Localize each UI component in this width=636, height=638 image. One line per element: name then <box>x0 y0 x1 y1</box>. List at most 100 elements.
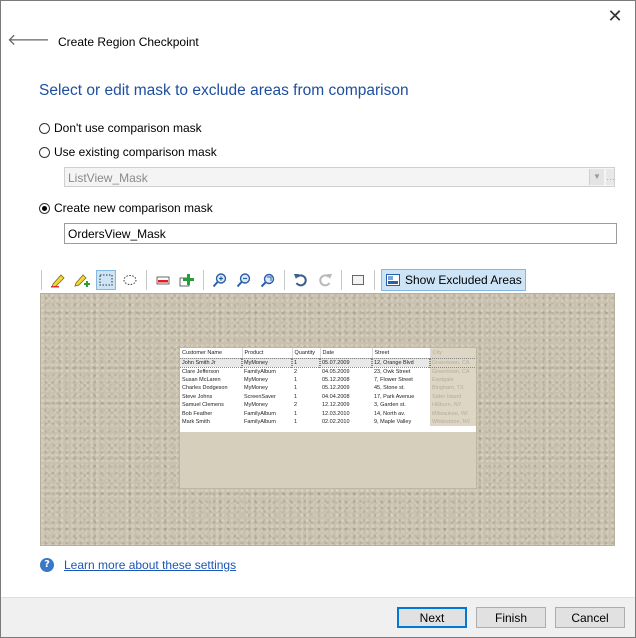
show-excluded-areas-label: Show Excluded Areas <box>405 273 522 287</box>
table-cell: MyMoney <box>244 376 268 383</box>
table-cell: 23, Owk Street <box>374 368 411 375</box>
ellipsis-button: … <box>606 169 615 185</box>
table-row: Bob Feather FamilyAlbum 1 12.03.2010 14,… <box>180 409 476 418</box>
radio-create-new-circle[interactable] <box>39 202 50 214</box>
toolbar-separator <box>341 270 342 290</box>
show-excluded-areas-button[interactable]: Show Excluded Areas <box>381 269 526 291</box>
undo-icon[interactable] <box>291 270 311 290</box>
zoom-out-icon[interactable] <box>234 270 254 290</box>
table-cell: 17, Park Avenue <box>374 393 415 400</box>
table-cell: 1 <box>294 410 298 417</box>
table-cell: Bob Feather <box>182 410 213 417</box>
table-cell: Whitestone, NV <box>430 417 476 427</box>
next-button[interactable]: Next <box>397 607 467 628</box>
show-excluded-icon <box>386 274 400 286</box>
radio-no-mask[interactable]: Don't use comparison mask <box>39 119 202 137</box>
radio-use-existing[interactable]: Use existing comparison mask <box>39 143 217 161</box>
zoom-in-icon[interactable] <box>210 270 230 290</box>
table-cell: John Smith Jr <box>180 357 243 369</box>
radio-create-new[interactable]: Create new comparison mask <box>39 199 213 217</box>
table-cell: Clare Jefferson <box>182 368 220 375</box>
table-cell: 12.12.2009 <box>322 402 350 409</box>
table-cell: 2 <box>294 402 298 409</box>
table-cell: Greentown, CA <box>429 357 476 369</box>
table-cell: 05.12.2009 <box>322 385 350 392</box>
cancel-button[interactable]: Cancel <box>555 607 625 628</box>
close-icon[interactable]: ✕ <box>601 3 629 29</box>
table-row: Steve Johns ScreenSaver 1 04.04.2008 17,… <box>180 392 476 401</box>
table-cell: Steve Johns <box>182 393 213 400</box>
help-icon: ? <box>40 558 54 572</box>
table-cell: MyMoney <box>241 357 293 369</box>
new-mask-name-input[interactable] <box>64 223 617 244</box>
ellipse-select-icon[interactable] <box>120 270 140 290</box>
table-row: Clare Jefferson FamilyAlbum 2 04.05.2009… <box>180 367 476 376</box>
clear-icon[interactable] <box>348 270 368 290</box>
table-cell: 1 <box>294 418 298 425</box>
learn-more-link[interactable]: Learn more about these settings <box>64 558 236 572</box>
table-cell: 14, North av. <box>374 410 406 417</box>
dialog-title: Create Region Checkpoint <box>58 35 199 49</box>
existing-mask-combobox: ListView_Mask ▼ … <box>64 167 615 187</box>
table-row: Mark Smith FamilyAlbum 1 02.02.2010 9, M… <box>180 417 476 427</box>
table-cell: 04.05.2009 <box>322 368 350 375</box>
radio-no-mask-circle[interactable] <box>39 122 50 134</box>
radio-use-existing-circle[interactable] <box>39 146 50 158</box>
preview-grid-empty-area <box>180 432 476 488</box>
radio-use-existing-label[interactable]: Use existing comparison mask <box>54 145 217 159</box>
rect-select-icon[interactable] <box>96 270 116 290</box>
table-row: Susan McLaren MyMoney 1 05.12.2008 7, Fl… <box>180 375 476 385</box>
table-cell: ScreenSaver <box>244 393 276 400</box>
back-arrow-icon[interactable]: 🡐 <box>7 31 50 51</box>
table-cell: Eastgate <box>430 375 476 385</box>
table-cell: 7, Flower Street <box>374 376 413 383</box>
page-heading: Select or edit mask to exclude areas fro… <box>39 82 409 99</box>
table-cell: Milwaukee, WI <box>430 409 476 418</box>
remove-mask-pencil-icon[interactable] <box>72 270 92 290</box>
toolbar-separator <box>146 270 147 290</box>
mask-preview-canvas[interactable]: Customer Name Product Quantity Date Stre… <box>40 293 615 546</box>
radio-no-mask-label[interactable]: Don't use comparison mask <box>54 121 202 135</box>
table-cell: 02.02.2010 <box>322 418 350 425</box>
table-cell: 1 <box>294 376 298 383</box>
table-cell: FamilyAlbum <box>244 368 276 375</box>
table-cell: MyMoney <box>244 385 268 392</box>
table-cell: 1 <box>291 357 321 369</box>
add-mask-pencil-icon[interactable] <box>48 270 68 290</box>
column-header: Customer Name <box>180 348 243 359</box>
toolbar-separator <box>203 270 204 290</box>
finish-button[interactable]: Finish <box>476 607 546 628</box>
radio-create-new-label[interactable]: Create new comparison mask <box>54 201 213 215</box>
table-cell: Safer Island <box>430 392 476 401</box>
zoom-fit-icon[interactable] <box>258 270 278 290</box>
table-cell: Samuel Clemens <box>182 402 224 409</box>
toolbar-separator <box>284 270 285 290</box>
dialog-window: ✕ 🡐 Create Region Checkpoint Select or e… <box>0 0 636 638</box>
preview-grid-frame: Customer Name Product Quantity Date Stre… <box>179 347 477 489</box>
table-row: John Smith Jr MyMoney 1 05.07.2009 12, O… <box>180 357 476 369</box>
table-cell: 1 <box>294 385 298 392</box>
table-cell: Mark Smith <box>182 418 210 425</box>
table-cell: Bingham, TX <box>430 384 476 393</box>
table-cell: MyMoney <box>244 402 268 409</box>
mask-toolbar: Show Excluded Areas <box>41 268 617 292</box>
column-header: Quantity <box>292 348 321 359</box>
add-area-icon[interactable] <box>177 270 197 290</box>
table-cell: 12, Orange Blvd <box>371 357 431 369</box>
table-cell: 04.04.2008 <box>322 393 350 400</box>
remove-area-icon[interactable] <box>153 270 173 290</box>
table-cell: FamilyAlbum <box>244 410 276 417</box>
column-header: Date <box>320 348 373 359</box>
table-cell: 2 <box>294 368 298 375</box>
toolbar-grip <box>41 270 42 290</box>
table-cell: Susan McLaren <box>182 376 221 383</box>
preview-grid: Customer Name Product Quantity Date Stre… <box>180 348 476 432</box>
table-row: Charles Dodgeson MyMoney 1 05.12.2009 45… <box>180 384 476 393</box>
table-cell: Charles Dodgeson <box>182 385 228 392</box>
table-cell: Hillburn, NY <box>430 400 476 410</box>
table-cell: 1 <box>294 393 298 400</box>
existing-mask-value: ListView_Mask <box>68 171 148 185</box>
table-cell: 12.03.2010 <box>322 410 350 417</box>
column-header: City <box>430 348 476 359</box>
table-header-row: Customer Name Product Quantity Date Stre… <box>180 348 476 359</box>
